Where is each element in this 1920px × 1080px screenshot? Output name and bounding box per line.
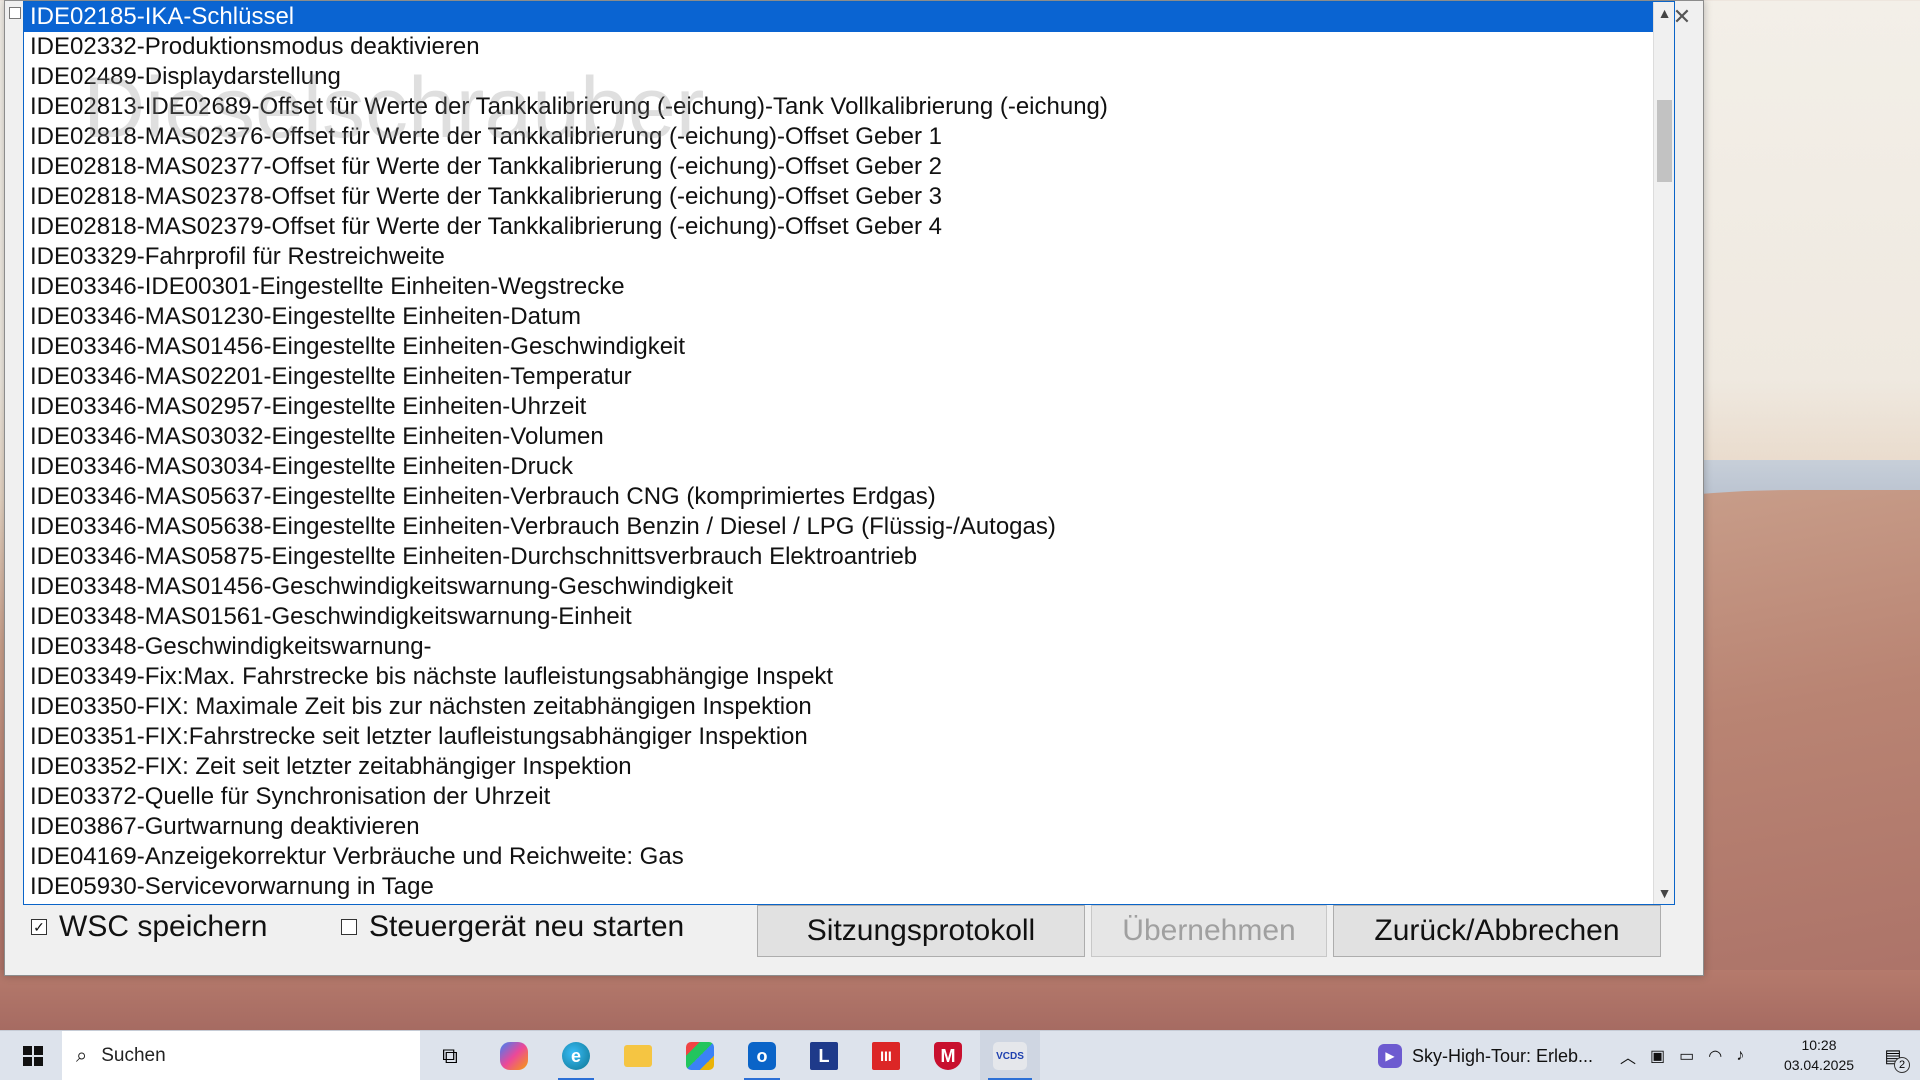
list-item[interactable]: IDE02185-IKA-Schlüssel [24, 2, 1654, 32]
list-item[interactable]: IDE02818-MAS02377-Offset für Werte der T… [24, 152, 1654, 182]
task-view-button[interactable]: ⧉ [426, 1031, 474, 1080]
search-icon: ⌕ [76, 1044, 88, 1067]
list-item[interactable]: IDE03352-FIX: Zeit seit letzter zeitabhä… [24, 752, 1654, 782]
chevron-up-icon[interactable]: ︿ [1620, 1044, 1636, 1068]
vcds-icon: VCDS [993, 1042, 1027, 1070]
list-item[interactable]: IDE02818-MAS02376-Offset für Werte der T… [24, 122, 1654, 152]
list-item[interactable]: IDE03346-MAS03034-Eingestellte Einheiten… [24, 452, 1654, 482]
copilot-icon [500, 1042, 528, 1070]
edge-icon: e [562, 1042, 590, 1070]
media-widget[interactable]: ▶ Sky-High-Tour: Erleb... [1378, 1031, 1593, 1080]
list-item[interactable]: IDE03351-FIX:Fahrstrecke seit letzter la… [24, 722, 1654, 752]
clock[interactable]: 10:28 03.04.2025 [1774, 1035, 1864, 1075]
list-item[interactable]: IDE03346-MAS05637-Eingestellte Einheiten… [24, 482, 1654, 512]
system-tray: ︿ ▣ ▭ ◠ ♪ [1620, 1031, 1744, 1080]
desktop-sand [0, 970, 1920, 1030]
list-item[interactable]: IDE03348-MAS01561-Geschwindigkeitswarnun… [24, 602, 1654, 632]
media-play-icon: ▶ [1378, 1044, 1402, 1068]
copilot-button[interactable] [488, 1031, 540, 1080]
list-item[interactable]: IDE02818-MAS02379-Offset für Werte der T… [24, 212, 1654, 242]
clock-date: 03.04.2025 [1783, 1057, 1855, 1073]
restart-ecu-checkbox[interactable] [341, 919, 357, 935]
folder-icon [624, 1045, 652, 1067]
apply-button: Übernehmen [1091, 905, 1327, 957]
list-item[interactable]: IDE03350-FIX: Maximale Zeit bis zur näch… [24, 692, 1654, 722]
list-item[interactable]: IDE03346-MAS01456-Eingestellte Einheiten… [24, 332, 1654, 362]
list-item[interactable]: IDE03346-MAS03032-Eingestellte Einheiten… [24, 422, 1654, 452]
mcafee-button[interactable]: M [922, 1031, 974, 1080]
file-explorer-button[interactable] [612, 1031, 664, 1080]
list-item[interactable]: IDE03346-MAS02957-Eingestellte Einheiten… [24, 392, 1654, 422]
notification-count: 2 [1894, 1057, 1910, 1073]
l-app-icon: L [810, 1042, 838, 1070]
scroll-up-icon[interactable]: ▲ [1654, 2, 1674, 24]
store-button[interactable] [674, 1031, 726, 1080]
list-item[interactable]: IDE05930-Servicevorwarnung in Tage [24, 872, 1654, 902]
scroll-thumb[interactable] [1657, 100, 1672, 182]
wifi-icon[interactable]: ◠ [1708, 1046, 1722, 1066]
list-scrollbar[interactable]: ▲ ▼ [1653, 2, 1674, 904]
restart-ecu-label: Steuergerät neu starten [369, 910, 685, 943]
list-item[interactable]: IDE03346-MAS02201-Eingestellte Einheiten… [24, 362, 1654, 392]
list-item[interactable]: IDE03349-Fix:Max. Fahrstrecke bis nächst… [24, 662, 1654, 692]
red-app-icon: III [872, 1042, 900, 1070]
media-title: Sky-High-Tour: Erleb... [1412, 1045, 1594, 1066]
mcafee-shield-icon: M [934, 1042, 962, 1070]
store-icon [686, 1042, 714, 1070]
start-button[interactable] [10, 1031, 56, 1080]
edge-button[interactable]: e [550, 1031, 602, 1080]
list-item[interactable]: IDE03867-Gurtwarnung deaktivieren [24, 812, 1654, 842]
list-item[interactable]: IDE04169-Anzeigekorrektur Verbräuche und… [24, 842, 1654, 872]
wsc-save-option[interactable]: ✓ WSC speichern [31, 907, 267, 947]
adaptation-dialog: ✕ IDE02185-IKA-Schlüssel IDE02332-Produkt… [4, 0, 1704, 976]
list-item[interactable]: IDE02813-IDE02689-Offset für Werte der T… [24, 92, 1654, 122]
vcds-button[interactable]: VCDS [980, 1031, 1040, 1080]
window-system-icon[interactable] [9, 7, 21, 19]
channel-listbox[interactable]: IDE02185-IKA-Schlüssel IDE02332-Produktio… [23, 1, 1675, 905]
outlook-button[interactable]: o [736, 1031, 788, 1080]
list-item[interactable]: IDE03372-Quelle für Synchronisation der … [24, 782, 1654, 812]
speaker-icon[interactable]: ♪ [1736, 1047, 1744, 1065]
red-app-button[interactable]: III [860, 1031, 912, 1080]
wsc-save-checkbox[interactable]: ✓ [31, 919, 47, 935]
session-log-button[interactable]: Sitzungsprotokoll [757, 905, 1085, 957]
list-item[interactable]: IDE02489-Displaydarstellung [24, 62, 1654, 92]
device-icon[interactable]: ▣ [1650, 1046, 1665, 1066]
clock-time: 10:28 [1801, 1037, 1837, 1053]
list-item[interactable]: IDE03346-MAS05638-Eingestellte Einheiten… [24, 512, 1654, 542]
list-item[interactable]: IDE03348-Geschwindigkeitswarnung- [24, 632, 1654, 662]
back-cancel-button[interactable]: Zurück/Abbrechen [1333, 905, 1661, 957]
search-placeholder: Suchen [101, 1045, 166, 1066]
wsc-save-label: WSC speichern [59, 910, 268, 943]
list-item[interactable]: IDE02818-MAS02378-Offset für Werte der T… [24, 182, 1654, 212]
list-item[interactable]: IDE03348-MAS01456-Geschwindigkeitswarnun… [24, 572, 1654, 602]
list-item[interactable]: IDE03329-Fahrprofil für Restreichweite [24, 242, 1654, 272]
taskbar-search[interactable]: ⌕ Suchen [62, 1031, 420, 1080]
battery-icon[interactable]: ▭ [1679, 1046, 1694, 1066]
l-app-button[interactable]: L [798, 1031, 850, 1080]
list-item[interactable]: IDE03346-IDE00301-Eingestellte Einheiten… [24, 272, 1654, 302]
task-view-icon: ⧉ [442, 1043, 458, 1068]
outlook-icon: o [748, 1042, 776, 1070]
list-item[interactable]: IDE03346-MAS01230-Eingestellte Einheiten… [24, 302, 1654, 332]
list-item[interactable]: IDE03346-MAS05875-Eingestellte Einheiten… [24, 542, 1654, 572]
restart-ecu-option[interactable]: Steuergerät neu starten [341, 907, 684, 947]
notification-button[interactable]: ▤ 2 [1878, 1041, 1910, 1073]
channel-list: IDE02185-IKA-Schlüssel IDE02332-Produktio… [24, 2, 1654, 902]
taskbar: ⌕ Suchen ⧉ e o L III M VCDS ▶ Sky-High-T… [0, 1030, 1920, 1080]
windows-icon [23, 1046, 43, 1066]
scroll-down-icon[interactable]: ▼ [1654, 882, 1674, 904]
list-item[interactable]: IDE02332-Produktionsmodus deaktivieren [24, 32, 1654, 62]
